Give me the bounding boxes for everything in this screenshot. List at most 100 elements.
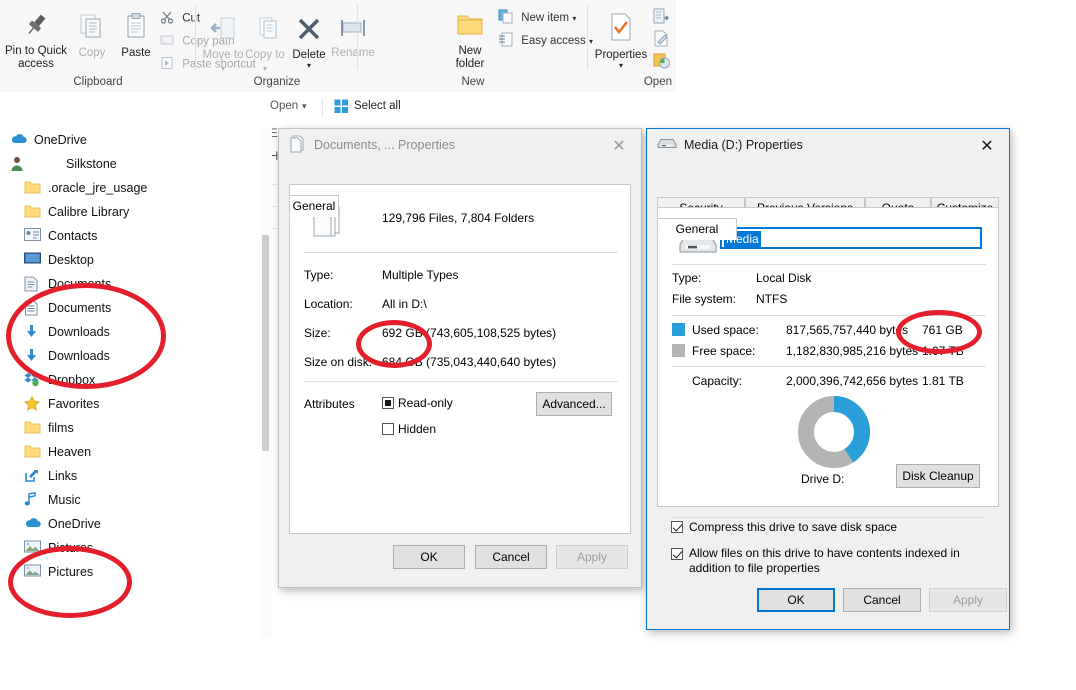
- sidebar-item-pictures-2[interactable]: Pictures: [0, 560, 258, 584]
- advanced-button[interactable]: Advanced...: [536, 392, 612, 416]
- links-icon: [24, 468, 42, 484]
- compress-drive-checkbox[interactable]: [671, 521, 683, 533]
- chevron-down-icon[interactable]: ▾: [263, 64, 267, 73]
- index-contents-label: Allow files on this drive to have conten…: [689, 546, 979, 576]
- dropbox-icon: [24, 372, 42, 388]
- chevron-down-icon[interactable]: ▾: [590, 62, 652, 70]
- sidebar-item-label: Favorites: [48, 397, 99, 411]
- move-to-button[interactable]: Move to ▾: [202, 16, 244, 75]
- capacity-label: Capacity:: [692, 374, 742, 388]
- copy-button[interactable]: Copy: [70, 12, 114, 60]
- pin-to-quick-access-button[interactable]: Pin to Quick access: [2, 12, 70, 71]
- divider: [672, 366, 986, 367]
- sidebar-item-silkstone[interactable]: Silkstone: [0, 152, 258, 176]
- sidebar-item-label: Pictures: [48, 541, 93, 555]
- folder-icon: [24, 420, 42, 436]
- chevron-down-icon[interactable]: ▾: [302, 101, 307, 112]
- used-space-size: 761 GB: [922, 323, 963, 337]
- sidebar-item-music[interactable]: Music: [0, 488, 258, 512]
- volume-label-input[interactable]: Media: [720, 227, 982, 249]
- copy-to-button[interactable]: Copy to ▾: [244, 16, 286, 75]
- hidden-label: Hidden: [398, 422, 436, 436]
- easy-access-button[interactable]: Easy access ▾: [498, 32, 593, 50]
- sidebar-item-desktop[interactable]: Desktop: [0, 248, 258, 272]
- documents-stack-icon: [289, 135, 307, 156]
- apply-button[interactable]: Apply: [556, 545, 628, 569]
- close-icon[interactable]: ✕: [597, 129, 641, 161]
- hidden-checkbox[interactable]: [382, 423, 394, 435]
- cancel-button[interactable]: Cancel: [843, 588, 921, 612]
- free-space-swatch: [672, 344, 685, 357]
- delete-button[interactable]: Delete ▾: [286, 16, 332, 70]
- close-icon[interactable]: ✕: [965, 129, 1009, 161]
- chevron-down-icon[interactable]: ▾: [286, 62, 332, 70]
- sidebar-item-onedrive[interactable]: OneDrive: [0, 128, 258, 152]
- explorer-scrollbar-thumb[interactable]: [262, 235, 269, 451]
- open-dropdown-label[interactable]: Open: [270, 100, 298, 112]
- select-all-label[interactable]: Select all: [354, 100, 401, 112]
- properties-button[interactable]: Properties ▾: [590, 12, 652, 70]
- easy-access-label: Easy access: [521, 35, 586, 47]
- read-only-checkbox[interactable]: [382, 397, 394, 409]
- paste-button[interactable]: Paste: [114, 12, 158, 60]
- new-item-button[interactable]: New item ▾: [498, 9, 576, 27]
- explorer-scrollbar-track[interactable]: [259, 128, 272, 638]
- sidebar-item-pictures-1[interactable]: Pictures: [0, 536, 258, 560]
- new-folder-button[interactable]: New folder: [446, 12, 494, 71]
- advanced-label: Advanced...: [542, 397, 605, 411]
- sidebar-item-downloads-1[interactable]: Downloads: [0, 320, 258, 344]
- open-group-label: Open: [594, 76, 672, 88]
- sidebar-item-label: Links: [48, 469, 77, 483]
- sidebar-item-calibre-library[interactable]: Calibre Library: [0, 200, 258, 224]
- type-field-value: Multiple Types: [382, 268, 458, 282]
- sidebar-item-label: Calibre Library: [48, 205, 129, 219]
- ok-label: OK: [787, 593, 804, 607]
- sidebar-item-documents-1[interactable]: Documents: [0, 272, 258, 296]
- sidebar-item-label: .oracle_jre_usage: [48, 181, 147, 195]
- sidebar-item-links[interactable]: Links: [0, 464, 258, 488]
- downloads-arrow-icon: [24, 324, 42, 340]
- dialog-title-bar[interactable]: Documents, ... Properties ✕: [279, 129, 641, 161]
- sidebar-item-dropbox[interactable]: Dropbox: [0, 368, 258, 392]
- onedrive-cloud-icon: [10, 132, 28, 148]
- disk-cleanup-button[interactable]: Disk Cleanup: [896, 464, 980, 488]
- pictures-icon: [24, 564, 42, 580]
- sidebar-item-favorites[interactable]: Favorites: [0, 392, 258, 416]
- ok-button[interactable]: OK: [393, 545, 465, 569]
- used-space-swatch: [672, 323, 685, 336]
- new-item-icon: [498, 9, 513, 27]
- open-small-icon-3[interactable]: [653, 52, 671, 73]
- open-small-icon-1[interactable]: [653, 8, 669, 29]
- dialog-title-bar[interactable]: Media (D:) Properties ✕: [647, 129, 1009, 161]
- cancel-button[interactable]: Cancel: [475, 545, 547, 569]
- chevron-down-icon[interactable]: ▾: [221, 64, 225, 73]
- general-tab-panel: Media Type: Local Disk File system: NTFS…: [657, 207, 999, 507]
- tab-general[interactable]: General: [657, 218, 737, 240]
- new-folder-icon: [446, 12, 494, 42]
- disk-drive-icon: [657, 137, 677, 153]
- open-small-icon-2[interactable]: [653, 30, 669, 51]
- sidebar-item-contacts[interactable]: Contacts: [0, 224, 258, 248]
- pin-label: Pin to Quick access: [5, 45, 67, 70]
- tab-general[interactable]: General: [289, 195, 339, 217]
- ok-button[interactable]: OK: [757, 588, 835, 612]
- sidebar-item-heaven[interactable]: Heaven: [0, 440, 258, 464]
- file-folder-summary: 129,796 Files, 7,804 Folders: [382, 211, 534, 225]
- divider: [322, 98, 323, 116]
- paste-label: Paste: [121, 47, 150, 59]
- sidebar-item-documents-2[interactable]: Documents: [0, 296, 258, 320]
- index-contents-checkbox[interactable]: [671, 548, 683, 560]
- location-field-label: Location:: [304, 297, 353, 311]
- apply-button[interactable]: Apply: [929, 588, 1007, 612]
- chevron-down-icon[interactable]: ▾: [572, 14, 576, 23]
- free-space-label: Free space:: [692, 344, 755, 358]
- sidebar-item-onedrive-2[interactable]: OneDrive: [0, 512, 258, 536]
- delete-x-icon: [286, 16, 332, 46]
- documents-icon: [24, 276, 42, 292]
- delete-label: Delete: [292, 49, 325, 61]
- sidebar-item-films[interactable]: films: [0, 416, 258, 440]
- sidebar-item-oracle-jre-usage[interactable]: .oracle_jre_usage: [0, 176, 258, 200]
- sidebar-item-downloads-2[interactable]: Downloads: [0, 344, 258, 368]
- drive-caption: Drive D:: [801, 472, 844, 486]
- media-drive-properties-dialog: Media (D:) Properties ✕ Security Previou…: [646, 128, 1010, 630]
